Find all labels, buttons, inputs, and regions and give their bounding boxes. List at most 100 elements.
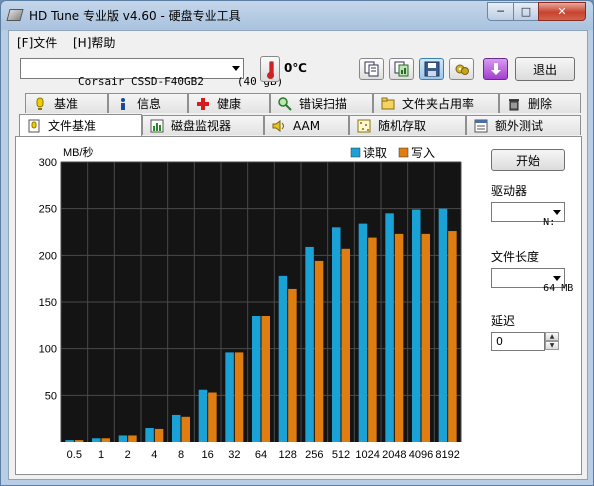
save-icon [424, 61, 439, 77]
read-bar [118, 435, 128, 442]
benchmark-chart: 50 100 150 200 250 300 0.5 1 2 4 8 16 32 64 128 256 512 1… [21, 142, 466, 468]
tab-label: 文件基准 [48, 119, 97, 133]
tab-label: AAM [293, 118, 321, 133]
toolbar: Corsair CSSD-F40GB2 (40 gB) 0℃ 退出 [9, 53, 587, 88]
write-bar [154, 428, 164, 442]
read-bar [225, 352, 234, 442]
client-area: [F]文件 [H]帮助 Corsair CSSD-F40GB2 (40 gB) … [8, 30, 588, 480]
tab-label: 磁盘监视器 [171, 119, 232, 133]
file-benchmark-panel: 50 100 150 200 250 300 0.5 1 2 4 8 16 32 64 128 256 512 1… [15, 136, 582, 475]
copy-text-icon [364, 61, 378, 77]
tab-label: 文件夹占用率 [402, 97, 475, 111]
minimize-button[interactable]: ─ [487, 2, 514, 21]
read-bar [412, 209, 421, 442]
x-tick-label: 128 [278, 449, 296, 461]
tab-label: 错误扫描 [299, 97, 348, 111]
tab-extra-tests[interactable]: 额外测试 [466, 115, 581, 135]
download-button[interactable] [483, 58, 508, 80]
x-tick-label: 2 [125, 449, 131, 461]
x-tick-label: 2048 [382, 449, 406, 461]
x-tick-label: 64 [255, 449, 267, 461]
tab-health[interactable]: 健康 [188, 93, 270, 113]
file-length-select[interactable]: 64 MB [491, 268, 573, 294]
read-bar [305, 246, 314, 442]
spin-down-button[interactable]: ▼ [545, 341, 559, 350]
hdtune-app-icon [6, 9, 24, 21]
write-bar [234, 352, 244, 442]
tab-benchmark[interactable]: 基准 [25, 93, 108, 113]
drive-letter-select[interactable]: N: [491, 202, 565, 228]
write-bar [261, 316, 270, 442]
x-tick-label: 0.5 [67, 449, 82, 461]
title-bar[interactable]: HD Tune 专业版 v4.60 - 硬盘专业工具 ─ □ ✕ [1, 1, 593, 30]
delay-input[interactable]: 0 [491, 332, 545, 351]
x-tick-label: 1024 [355, 449, 379, 461]
delay-label: 延迟 [491, 314, 516, 328]
tab-error-scan[interactable]: 错误扫描 [270, 93, 373, 113]
read-bar [385, 213, 394, 442]
y-tick-label: 300 [39, 157, 57, 169]
drive-select[interactable]: Corsair CSSD-F40GB2 (40 gB) [20, 58, 283, 88]
exit-button[interactable]: 退出 [515, 57, 575, 81]
tab-folder-usage[interactable]: 文件夹占用率 [373, 93, 499, 113]
menu-help[interactable]: [H]帮助 [73, 34, 115, 51]
read-bar [332, 227, 341, 442]
read-bar [358, 223, 368, 442]
tab-info[interactable]: 信息 [108, 93, 188, 113]
tab-disk-monitor[interactable]: 磁盘监视器 [142, 115, 264, 135]
benchmark-chart-svg: 50 100 150 200 250 300 0.5 1 2 4 8 16 32 64 128 256 512 1… [39, 145, 462, 461]
read-bar [438, 208, 448, 442]
spin-up-button[interactable]: ▲ [545, 332, 559, 341]
health-icon [195, 96, 211, 112]
legend-write-swatch [398, 147, 409, 158]
y-axis-label: MB/秒 [63, 145, 94, 159]
maximize-button[interactable]: □ [513, 2, 539, 21]
save-button[interactable] [419, 58, 444, 80]
info-icon [115, 96, 131, 112]
drive-label: 驱动器 [491, 184, 528, 198]
copy-screenshot-button[interactable] [389, 58, 414, 80]
tab-aam[interactable]: AAM [264, 115, 349, 135]
window-title: HD Tune 专业版 v4.60 - 硬盘专业工具 [29, 9, 241, 23]
folder-usage-icon [380, 96, 396, 112]
drive-select-value: Corsair CSSD-F40GB2 (40 gB) [77, 75, 284, 88]
drive-letter-value: N: [543, 217, 556, 228]
thermometer-icon [260, 56, 280, 82]
close-button[interactable]: ✕ [538, 2, 586, 21]
options-button[interactable] [449, 58, 474, 80]
copy-text-button[interactable] [359, 58, 384, 80]
tab-random-access[interactable]: 随机存取 [349, 115, 466, 135]
app-window: HD Tune 专业版 v4.60 - 硬盘专业工具 ─ □ ✕ [F]文件 [… [0, 0, 594, 486]
menu-file[interactable]: [F]文件 [17, 34, 57, 51]
y-tick-label: 200 [39, 250, 57, 262]
extra-tests-icon [473, 118, 489, 134]
tab-label: 信息 [137, 97, 162, 111]
x-tick-label: 16 [202, 449, 214, 461]
legend-read-swatch [350, 147, 361, 158]
delay-spinner: ▲ ▼ [545, 332, 559, 351]
speaker-icon [271, 118, 287, 134]
tab-label: 删除 [528, 97, 553, 111]
write-bar [74, 440, 84, 442]
x-tick-label: 4096 [409, 449, 433, 461]
write-bar [448, 231, 457, 442]
file-length-label: 文件长度 [491, 250, 540, 264]
write-bar [421, 233, 430, 442]
chevron-down-icon [553, 210, 561, 215]
read-bar [252, 316, 261, 442]
tab-erase[interactable]: 删除 [499, 93, 581, 113]
download-icon [490, 63, 501, 75]
write-bar [341, 248, 350, 442]
tab-label: 健康 [217, 97, 242, 111]
write-bar [181, 416, 190, 442]
start-button[interactable]: 开始 [491, 149, 565, 171]
tab-file-benchmark[interactable]: 文件基准 [19, 114, 142, 136]
benchmark-icon [32, 96, 48, 112]
options-icon [455, 64, 469, 75]
x-tick-label: 8 [178, 449, 184, 461]
y-tick-label: 100 [39, 344, 57, 356]
write-bar [314, 260, 324, 442]
tab-label: 基准 [54, 97, 79, 111]
legend-read-label: 读取 [363, 146, 387, 160]
chevron-down-icon [553, 276, 561, 281]
